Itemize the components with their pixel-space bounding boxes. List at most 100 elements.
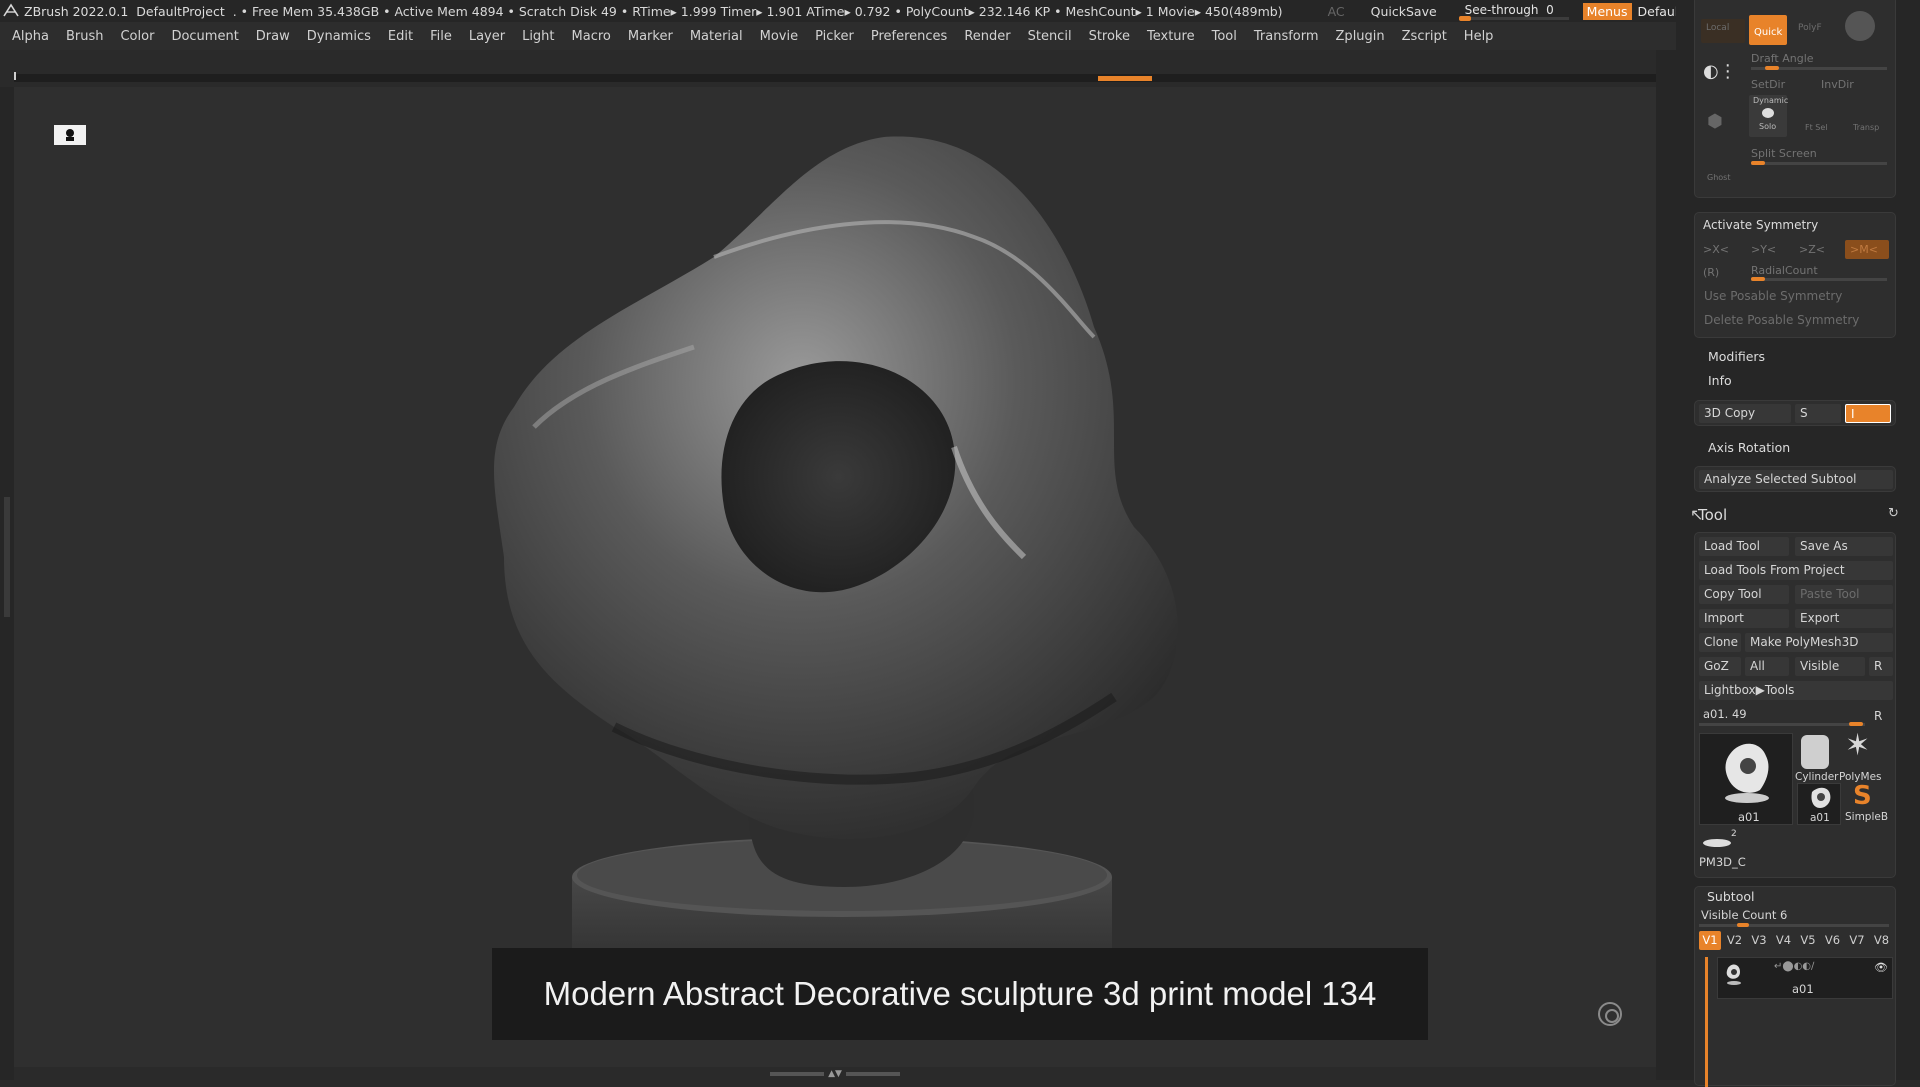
tool-thumb-small-a01[interactable]: a01 <box>1797 783 1841 825</box>
menu-preferences[interactable]: Preferences <box>871 29 947 44</box>
polyf-button[interactable]: PolyF <box>1793 19 1831 43</box>
quick-button[interactable]: Quick <box>1749 15 1787 45</box>
local-button[interactable]: Local <box>1701 19 1745 43</box>
load-tools-from-project-button[interactable]: Load Tools From Project <box>1699 561 1893 580</box>
subtool-tab-v4[interactable]: V4 <box>1773 931 1795 950</box>
sym-m-button[interactable]: >M< <box>1845 240 1889 259</box>
goz-button[interactable]: GoZ <box>1699 657 1741 676</box>
split-screen-label[interactable]: Split Screen <box>1751 147 1817 160</box>
menu-alpha[interactable]: Alpha <box>12 29 49 44</box>
visible-count-knob[interactable] <box>1737 923 1749 927</box>
menu-light[interactable]: Light <box>522 29 554 44</box>
sym-x-button[interactable]: >X< <box>1703 243 1729 256</box>
save-as-button[interactable]: Save As <box>1795 537 1893 556</box>
refresh-icon[interactable]: ↻ <box>1888 506 1899 521</box>
see-through-slider[interactable]: See-through 0 <box>1458 3 1569 21</box>
goz-r-button[interactable]: R <box>1869 657 1893 676</box>
menu-layer[interactable]: Layer <box>469 29 505 44</box>
current-tool-knob[interactable] <box>1849 722 1863 726</box>
invdir-button[interactable]: InvDir <box>1821 78 1854 91</box>
ghost-button[interactable]: Ghost <box>1707 173 1730 182</box>
draft-angle-knob[interactable] <box>1765 66 1779 70</box>
menu-zplugin[interactable]: Zplugin <box>1336 29 1385 44</box>
bottom-tray-handle[interactable]: ▲▼ <box>770 1069 900 1079</box>
navigation-gizmo-icon[interactable] <box>1598 1002 1622 1026</box>
menu-stencil[interactable]: Stencil <box>1028 29 1072 44</box>
subtool-eye-icon[interactable]: 👁 <box>1874 961 1888 974</box>
radial-count-knob[interactable] <box>1751 277 1765 281</box>
menu-material[interactable]: Material <box>690 29 743 44</box>
timeline-marker[interactable] <box>1098 76 1152 81</box>
see-through-knob[interactable] <box>1458 16 1471 21</box>
sym-z-button[interactable]: >Z< <box>1799 243 1825 256</box>
left-tray-handle[interactable] <box>4 497 10 617</box>
subtool-header[interactable]: Subtool <box>1707 889 1754 904</box>
menu-render[interactable]: Render <box>964 29 1010 44</box>
subtool-item[interactable]: ↵⬤◐◐∕ 👁 a01 <box>1717 957 1893 999</box>
subtool-tab-v7[interactable]: V7 <box>1846 931 1868 950</box>
menu-transform[interactable]: Transform <box>1254 29 1319 44</box>
export-button[interactable]: Export <box>1795 609 1893 628</box>
radial-count-label[interactable]: RadialCount <box>1751 264 1818 277</box>
axis-rotation-header[interactable]: Axis Rotation <box>1708 440 1790 455</box>
material-sphere-icon[interactable] <box>1845 11 1875 41</box>
subtool-tab-v1[interactable]: V1 <box>1699 931 1721 950</box>
load-tool-button[interactable]: Load Tool <box>1699 537 1789 556</box>
menu-marker[interactable]: Marker <box>628 29 673 44</box>
solo-button[interactable]: Dynamic Solo <box>1749 95 1788 137</box>
menu-document[interactable]: Document <box>171 29 238 44</box>
sym-y-button[interactable]: >Y< <box>1751 243 1776 256</box>
info-header[interactable]: Info <box>1708 373 1732 388</box>
subtool-tab-v6[interactable]: V6 <box>1822 931 1844 950</box>
subtool-options-icons[interactable]: ↵⬤◐◐∕ <box>1774 961 1814 972</box>
tool-palette-title[interactable]: Tool <box>1698 506 1727 524</box>
lightbox-tools-button[interactable]: Lightbox▶Tools <box>1699 681 1893 700</box>
modifiers-header[interactable]: Modifiers <box>1708 349 1765 364</box>
import-button[interactable]: Import <box>1699 609 1789 628</box>
menu-draw[interactable]: Draw <box>256 29 290 44</box>
current-tool-name[interactable]: a01. 49 <box>1703 707 1747 721</box>
subtool-tab-v3[interactable]: V3 <box>1748 931 1770 950</box>
subtool-tab-v8[interactable]: V8 <box>1871 931 1893 950</box>
menu-color[interactable]: Color <box>120 29 154 44</box>
menu-stroke[interactable]: Stroke <box>1089 29 1130 44</box>
quicksave-button[interactable]: QuickSave <box>1371 4 1437 19</box>
draft-angle-label[interactable]: Draft Angle <box>1751 52 1814 65</box>
clone-button[interactable]: Clone <box>1699 633 1741 652</box>
menu-dynamics[interactable]: Dynamics <box>307 29 371 44</box>
menu-movie[interactable]: Movie <box>760 29 798 44</box>
subtool-tab-v5[interactable]: V5 <box>1797 931 1819 950</box>
camera-view-icon[interactable] <box>54 125 86 145</box>
sym-r-button[interactable]: (R) <box>1703 266 1719 279</box>
delete-posable-symmetry-button[interactable]: Delete Posable Symmetry <box>1699 311 1893 330</box>
paste-tool-button[interactable]: Paste Tool <box>1795 585 1893 604</box>
menu-zscript[interactable]: Zscript <box>1402 29 1447 44</box>
analyze-selected-subtool-button[interactable]: Analyze Selected Subtool <box>1699 470 1893 489</box>
current-tool-r-button[interactable]: R <box>1869 707 1893 726</box>
goz-all-button[interactable]: All <box>1745 657 1789 676</box>
ac-label[interactable]: AC <box>1328 4 1345 19</box>
menu-macro[interactable]: Macro <box>572 29 611 44</box>
pm3d-thumb-icon[interactable] <box>1703 839 1731 847</box>
transp-button[interactable]: Transp <box>1853 123 1879 132</box>
use-posable-symmetry-button[interactable]: Use Posable Symmetry <box>1699 287 1893 306</box>
make-polymesh3d-button[interactable]: Make PolyMesh3D <box>1745 633 1893 652</box>
menus-toggle-button[interactable]: Menus <box>1582 2 1632 20</box>
menu-file[interactable]: File <box>430 29 452 44</box>
setdir-button[interactable]: SetDir <box>1751 78 1785 91</box>
simplebrush-icon[interactable]: S <box>1853 783 1872 809</box>
menu-help[interactable]: Help <box>1464 29 1494 44</box>
tool-thumb-a01[interactable]: a01 <box>1699 733 1793 825</box>
goz-visible-button[interactable]: Visible <box>1795 657 1865 676</box>
menu-texture[interactable]: Texture <box>1147 29 1195 44</box>
contrast-toggle-icon[interactable]: ◐⋮ <box>1703 61 1737 83</box>
visible-count-label[interactable]: Visible Count 6 <box>1701 908 1787 922</box>
document-canvas[interactable]: Modern Abstract Decorative sculpture 3d … <box>14 87 1665 1067</box>
timeline[interactable] <box>14 72 1656 82</box>
menu-tool[interactable]: Tool <box>1212 29 1237 44</box>
subtool-tab-v2[interactable]: V2 <box>1724 931 1746 950</box>
cube-icon[interactable]: ⬢ <box>1707 111 1729 133</box>
split-screen-knob[interactable] <box>1751 161 1765 165</box>
polymesh-star-icon[interactable]: ✶ <box>1845 731 1870 761</box>
menu-picker[interactable]: Picker <box>815 29 854 44</box>
